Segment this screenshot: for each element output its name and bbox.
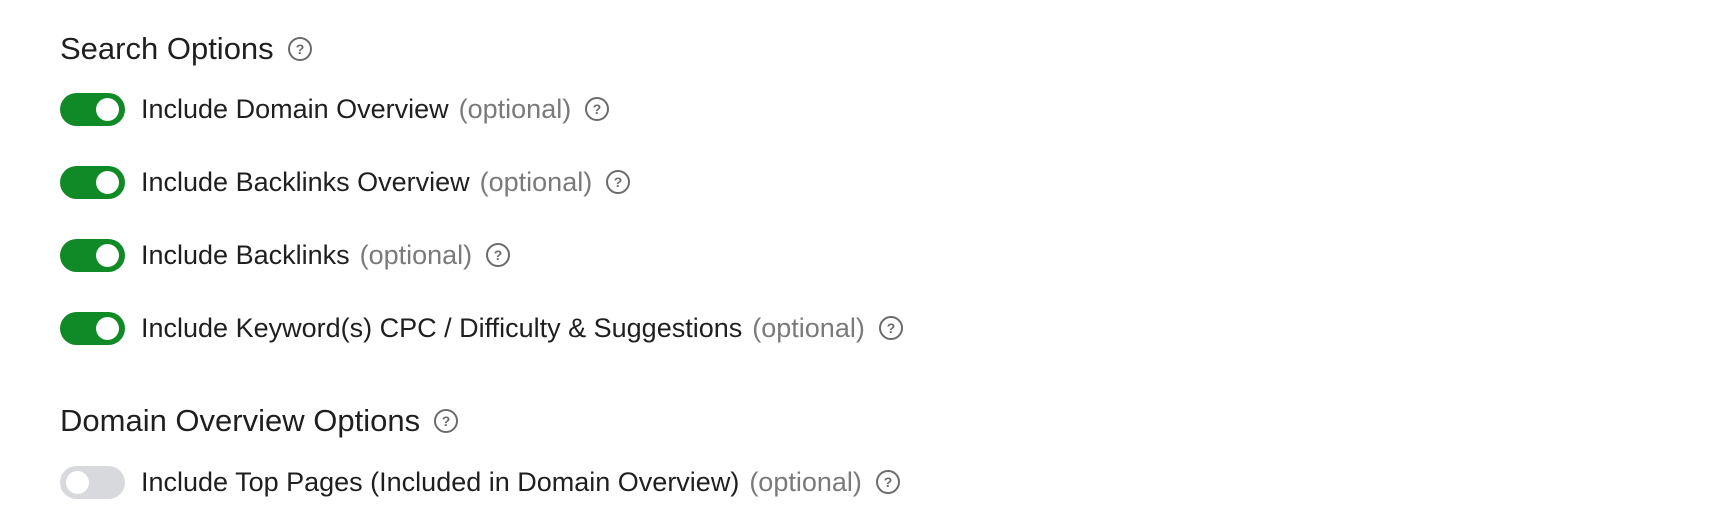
svg-text:?: ? <box>614 174 623 190</box>
optional-tag: (optional) <box>458 93 572 124</box>
search-options-heading: Search Options ? <box>60 33 314 64</box>
question-circle-icon[interactable]: ? <box>877 314 905 342</box>
question-circle-icon[interactable]: ? <box>874 468 902 496</box>
domain-overview-options-title: Domain Overview Options <box>60 403 421 438</box>
top-pages-toggle[interactable] <box>60 465 125 499</box>
option-label: Include Keyword(s) CPC / Difficulty & Su… <box>141 312 743 343</box>
option-row-domain-overview: Include Domain Overview (optional) ? <box>60 92 611 126</box>
domain-overview-options-heading: Domain Overview Options ? <box>60 405 460 436</box>
question-circle-icon[interactable]: ? <box>583 95 611 123</box>
option-label: Include Top Pages (Included in Domain Ov… <box>141 466 740 497</box>
question-circle-icon[interactable]: ? <box>286 35 314 63</box>
optional-tag: (optional) <box>752 312 865 343</box>
svg-text:?: ? <box>884 474 893 490</box>
optional-tag: (optional) <box>749 466 862 497</box>
question-circle-icon[interactable]: ? <box>604 168 632 196</box>
option-row-keywords: Include Keyword(s) CPC / Difficulty & Su… <box>60 311 905 345</box>
svg-text:?: ? <box>593 101 602 117</box>
option-row-top-pages: Include Top Pages (Included in Domain Ov… <box>60 465 902 499</box>
option-row-backlinks: Include Backlinks (optional) ? <box>60 238 512 272</box>
option-label: Include Backlinks <box>141 239 350 270</box>
option-label: Include Backlinks Overview <box>141 166 470 197</box>
search-options-title: Search Options <box>60 31 274 66</box>
svg-text:?: ? <box>494 247 503 263</box>
question-circle-icon[interactable]: ? <box>484 241 512 269</box>
question-circle-icon[interactable]: ? <box>432 407 460 435</box>
toggle-knob <box>96 316 119 340</box>
svg-text:?: ? <box>442 413 451 429</box>
toggle-knob <box>66 470 89 494</box>
svg-text:?: ? <box>887 320 896 336</box>
svg-text:?: ? <box>295 41 304 57</box>
backlinks-toggle[interactable] <box>60 238 125 272</box>
backlinks-overview-toggle[interactable] <box>60 165 125 199</box>
optional-tag: (optional) <box>479 166 593 197</box>
optional-tag: (optional) <box>359 239 473 270</box>
toggle-knob <box>96 97 119 121</box>
option-row-backlinks-overview: Include Backlinks Overview (optional) ? <box>60 165 632 199</box>
toggle-knob <box>96 170 119 194</box>
domain-overview-toggle[interactable] <box>60 92 125 126</box>
toggle-knob <box>96 243 119 267</box>
option-label: Include Domain Overview <box>141 93 449 124</box>
keywords-toggle[interactable] <box>60 311 125 345</box>
